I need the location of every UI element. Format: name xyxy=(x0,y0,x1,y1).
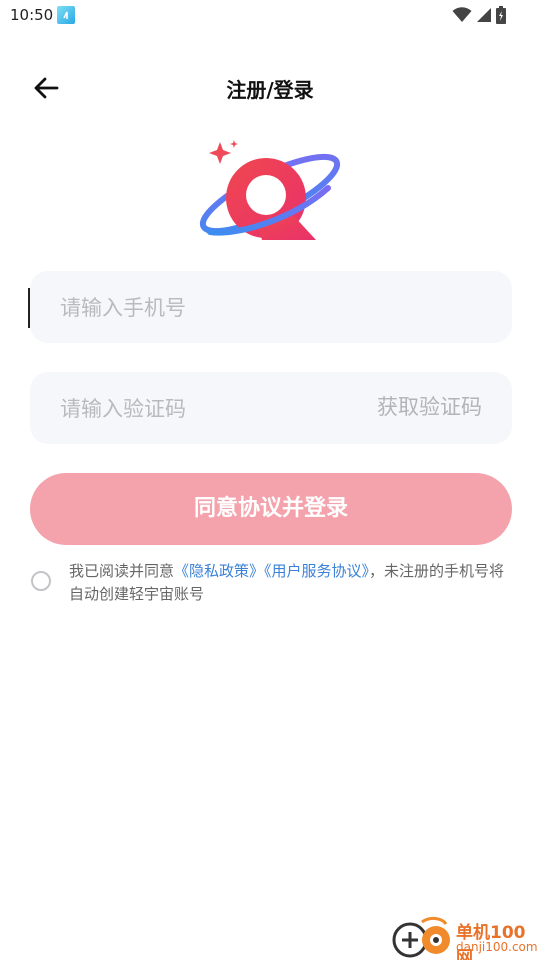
status-icons xyxy=(452,6,506,24)
login-screen: 10:50 注册/登录 请输入手机号 请输入验证码 获取验证码 同意协议并登录 … xyxy=(0,0,540,960)
signal-icon xyxy=(477,8,491,22)
page-title: 注册/登录 xyxy=(226,78,314,102)
status-time: 10:50 xyxy=(10,6,54,24)
wifi-icon xyxy=(452,7,472,22)
watermark: 单机100网 danji100.com xyxy=(390,916,540,960)
agreement-prefix: 我已阅读并同意 xyxy=(69,562,175,580)
agree-and-login-button[interactable]: 同意协议并登录 xyxy=(30,473,512,545)
battery-charging-icon xyxy=(496,6,506,24)
watermark-logo-icon xyxy=(392,916,450,958)
terms-of-service-link[interactable]: 《用户服务协议》 xyxy=(264,562,369,580)
phone-field[interactable] xyxy=(30,271,512,345)
verification-code-input[interactable] xyxy=(58,372,362,446)
status-bar: 10:50 xyxy=(0,0,540,30)
app-logo xyxy=(199,140,341,240)
watermark-en-text: danji100.com xyxy=(456,940,538,954)
privacy-policy-link[interactable]: 《隐私政策》 xyxy=(174,562,264,580)
text-cursor xyxy=(28,288,30,328)
verification-code-field[interactable]: 获取验证码 xyxy=(30,372,512,446)
agree-checkbox[interactable] xyxy=(31,571,51,591)
app-notification-icon xyxy=(57,6,75,24)
agreement-text: 我已阅读并同意《隐私政策》《用户服务协议》，未注册的手机号将自动创建轻宇宙账号 xyxy=(69,560,509,606)
phone-input[interactable] xyxy=(58,271,362,345)
get-code-button[interactable]: 获取验证码 xyxy=(377,372,482,444)
